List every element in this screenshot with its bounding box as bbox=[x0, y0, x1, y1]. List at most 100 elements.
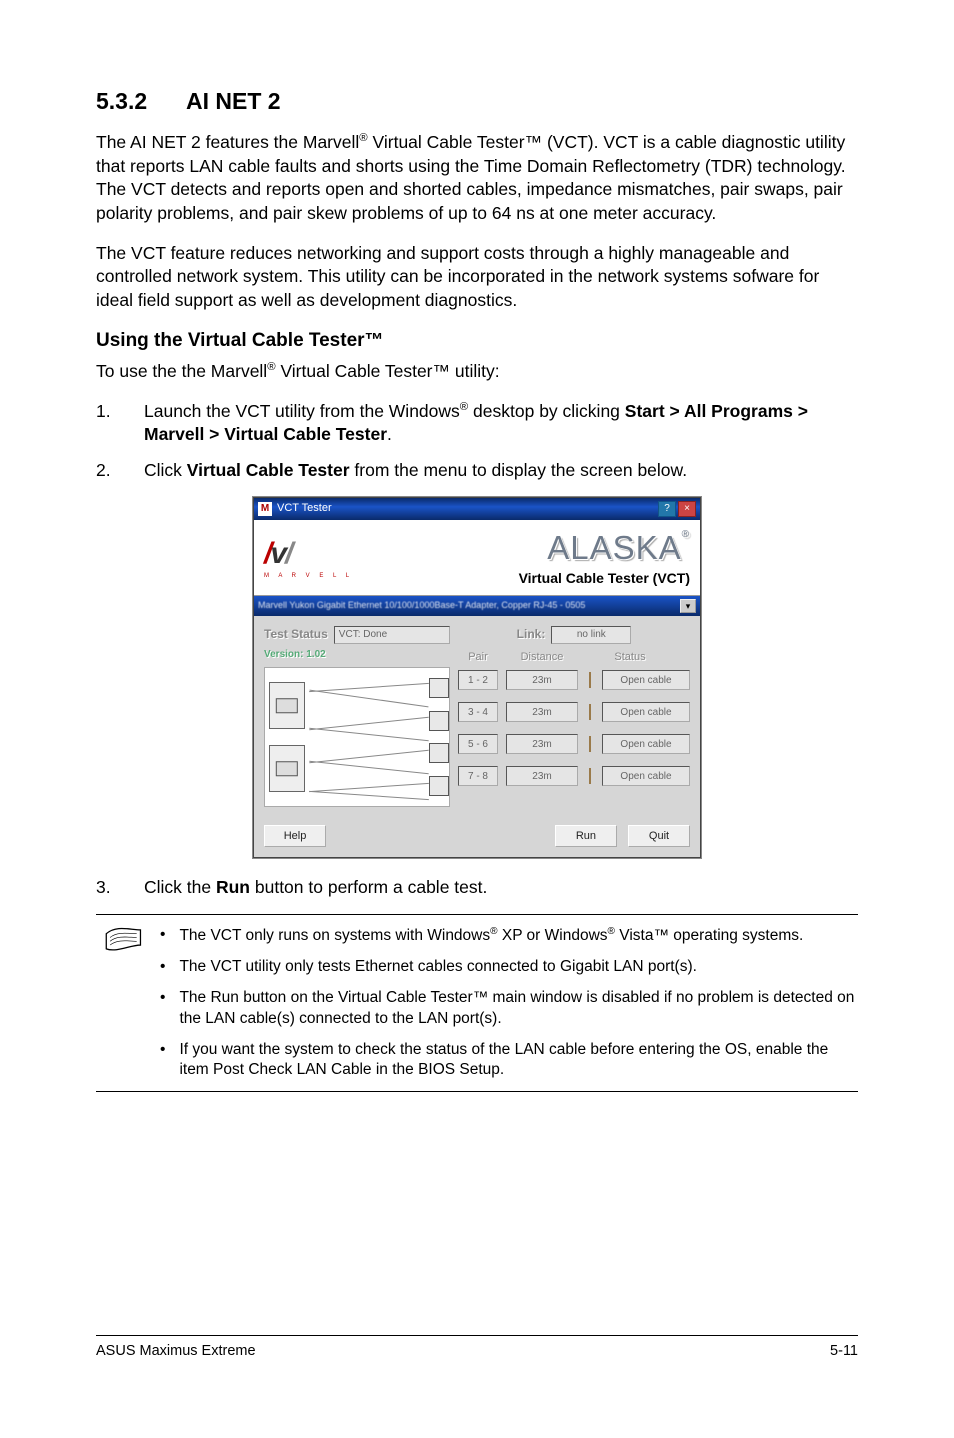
divider-icon bbox=[586, 672, 594, 688]
link-value: no link bbox=[551, 626, 631, 644]
step-bold: Virtual Cable Tester bbox=[187, 460, 350, 480]
plug-icon bbox=[429, 776, 449, 796]
page-footer: ASUS Maximus Extreme 5-11 bbox=[96, 1335, 858, 1362]
chevron-down-icon[interactable]: ▾ bbox=[680, 599, 696, 613]
sub-intro-a: To use the the Marvell bbox=[96, 361, 267, 381]
note-seg: Vista™ operating systems. bbox=[615, 927, 803, 944]
divider-icon bbox=[586, 736, 594, 752]
marvell-text: M A R V E L L bbox=[264, 572, 353, 580]
step-text: Launch the VCT utility from the Windows bbox=[144, 401, 460, 421]
note-seg: The VCT only runs on systems with Window… bbox=[179, 927, 490, 944]
help-button[interactable]: Help bbox=[264, 825, 326, 847]
reg-mark-2: ® bbox=[267, 361, 275, 373]
step-text-post: from the menu to display the screen belo… bbox=[350, 460, 688, 480]
note-text: The Run button on the Virtual Cable Test… bbox=[179, 988, 858, 1030]
step-number: 3. bbox=[96, 876, 114, 900]
list-item: • The Run button on the Virtual Cable Te… bbox=[160, 988, 858, 1030]
plug-icon bbox=[429, 743, 449, 763]
run-button[interactable]: Run bbox=[555, 825, 617, 847]
bullet-icon: • bbox=[160, 957, 165, 978]
note-seg: XP or Windows bbox=[498, 927, 608, 944]
step-text-mid: desktop by clicking bbox=[468, 401, 625, 421]
note-block: • The VCT only runs on systems with Wind… bbox=[96, 914, 858, 1093]
version-label: Version: bbox=[264, 649, 303, 660]
step-3: 3. Click the Run button to perform a cab… bbox=[96, 876, 858, 900]
step-body: Launch the VCT utility from the Windows®… bbox=[144, 400, 858, 447]
reg-mark-n2: ® bbox=[608, 926, 615, 937]
app-icon: M bbox=[258, 502, 272, 516]
cell-pair: 7 - 8 bbox=[458, 766, 498, 786]
note-text: The VCT only runs on systems with Window… bbox=[179, 925, 858, 947]
pair-diagram bbox=[264, 667, 450, 807]
vct-header-label: Virtual Cable Tester (VCT) bbox=[519, 569, 690, 588]
step-body: Click Virtual Cable Tester from the menu… bbox=[144, 459, 858, 483]
section-number: 5.3.2 bbox=[96, 86, 186, 117]
cell-status: Open cable bbox=[602, 702, 690, 722]
cell-distance: 23m bbox=[506, 670, 578, 690]
table-row: 7 - 8 23m Open cable bbox=[458, 766, 690, 786]
cell-pair: 1 - 2 bbox=[458, 670, 498, 690]
cell-pair: 5 - 6 bbox=[458, 734, 498, 754]
vct-window: M VCT Tester ? × /v/ M A R V E L L ALASK… bbox=[253, 497, 701, 859]
note-icon bbox=[96, 925, 152, 1082]
version-value: 1.02 bbox=[306, 649, 325, 660]
cell-pair: 3 - 4 bbox=[458, 702, 498, 722]
cell-status: Open cable bbox=[602, 766, 690, 786]
window-titlebar[interactable]: M VCT Tester ? × bbox=[254, 498, 700, 520]
step-1: 1. Launch the VCT utility from the Windo… bbox=[96, 400, 858, 447]
step-bold: Run bbox=[216, 877, 250, 897]
list-item: • If you want the system to check the st… bbox=[160, 1040, 858, 1082]
bullet-icon: • bbox=[160, 1040, 165, 1082]
list-item: • The VCT utility only tests Ethernet ca… bbox=[160, 957, 858, 978]
table-row: 3 - 4 23m Open cable bbox=[458, 702, 690, 722]
test-status-label: Test Status bbox=[264, 626, 328, 642]
adapter-selector[interactable]: Marvell Yukon Gigabit Ethernet 10/100/10… bbox=[254, 596, 700, 616]
col-distance: Distance bbox=[506, 650, 578, 665]
cell-distance: 23m bbox=[506, 702, 578, 722]
table-row: 1 - 2 23m Open cable bbox=[458, 670, 690, 690]
plug-icon bbox=[429, 711, 449, 731]
marvell-logo: /v/ M A R V E L L bbox=[264, 534, 353, 581]
jack-icon bbox=[269, 745, 305, 792]
col-status: Status bbox=[586, 650, 674, 665]
plug-icon bbox=[429, 678, 449, 698]
step-text-post: button to perform a cable test. bbox=[250, 877, 487, 897]
step-text: Click the bbox=[144, 877, 216, 897]
divider-icon bbox=[586, 704, 594, 720]
step-text: Click bbox=[144, 460, 187, 480]
adapter-selected-text: Marvell Yukon Gigabit Ethernet 10/100/10… bbox=[258, 599, 680, 611]
list-item: • The VCT only runs on systems with Wind… bbox=[160, 925, 858, 947]
subheading: Using the Virtual Cable Tester™ bbox=[96, 328, 858, 354]
sub-intro-b: Virtual Cable Tester™ utility: bbox=[276, 361, 500, 381]
cell-distance: 23m bbox=[506, 734, 578, 754]
close-button[interactable]: × bbox=[678, 501, 696, 517]
reg-mark-3: ® bbox=[460, 401, 468, 413]
test-status-value: VCT: Done bbox=[334, 626, 450, 644]
section-title: AI NET 2 bbox=[186, 88, 281, 114]
step-number: 1. bbox=[96, 400, 114, 447]
alaska-text: ALASKA bbox=[547, 529, 681, 566]
titlebar-help-button[interactable]: ? bbox=[658, 501, 676, 517]
footer-product: ASUS Maximus Extreme bbox=[96, 1342, 256, 1362]
intro-paragraph-2: The VCT feature reduces networking and s… bbox=[96, 242, 858, 313]
step-number: 2. bbox=[96, 459, 114, 483]
note-text: If you want the system to check the stat… bbox=[179, 1040, 858, 1082]
bullet-icon: • bbox=[160, 925, 165, 947]
reg-mark-logo: ® bbox=[682, 529, 690, 540]
note-text: The VCT utility only tests Ethernet cabl… bbox=[179, 957, 858, 978]
divider-icon bbox=[586, 768, 594, 784]
section-heading: 5.3.2AI NET 2 bbox=[96, 86, 858, 117]
cell-status: Open cable bbox=[602, 670, 690, 690]
step-body: Click the Run button to perform a cable … bbox=[144, 876, 858, 900]
window-title: VCT Tester bbox=[277, 501, 656, 516]
sub-intro: To use the the Marvell® Virtual Cable Te… bbox=[96, 360, 858, 384]
quit-button[interactable]: Quit bbox=[628, 825, 690, 847]
step-text-post: . bbox=[387, 424, 392, 444]
col-pair: Pair bbox=[458, 650, 498, 665]
cell-distance: 23m bbox=[506, 766, 578, 786]
reg-mark: ® bbox=[359, 132, 367, 144]
p1a: The AI NET 2 features the Marvell bbox=[96, 132, 359, 152]
footer-page-number: 5-11 bbox=[830, 1342, 858, 1362]
cell-status: Open cable bbox=[602, 734, 690, 754]
link-label: Link: bbox=[517, 626, 546, 642]
